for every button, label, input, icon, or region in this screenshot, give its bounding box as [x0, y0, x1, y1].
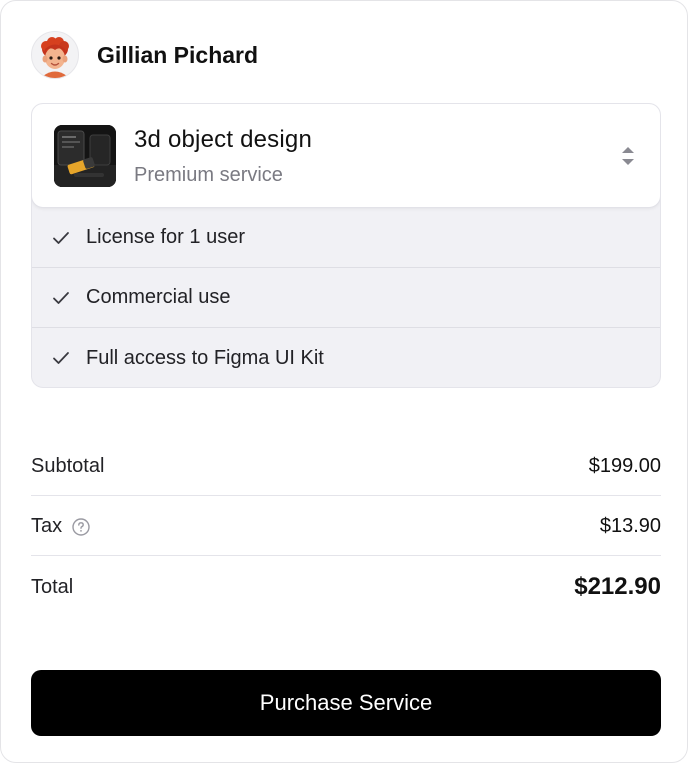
checkout-card: Gillian Pichard 3d object design Premium… [0, 0, 688, 763]
product-subtitle: Premium service [134, 164, 283, 186]
subtotal-label: Subtotal [31, 455, 105, 477]
check-icon [52, 290, 70, 306]
price-summary: Subtotal $199.00 Tax $13.90 Total $212.9… [31, 436, 661, 600]
product-title: 3d object design [134, 126, 312, 153]
help-circle-icon[interactable] [72, 517, 90, 536]
total-label: Total [31, 576, 74, 598]
feature-label: Commercial use [86, 286, 231, 308]
tax-label-group: Tax [31, 515, 90, 538]
user-header: Gillian Pichard [31, 31, 258, 79]
product-box: 3d object design Premium service License… [31, 103, 661, 388]
product-thumbnail [54, 125, 116, 187]
subtotal-value: $199.00 [588, 455, 661, 477]
feature-label: Full access to Figma UI Kit [86, 346, 324, 369]
memoji-avatar-icon [41, 37, 69, 78]
purchase-button[interactable]: Purchase Service [31, 670, 661, 736]
tax-value: $13.90 [599, 515, 661, 537]
product-selector[interactable]: 3d object design Premium service [32, 104, 660, 208]
check-icon [52, 230, 70, 246]
chevron-up-down-icon[interactable] [620, 144, 636, 168]
product-thumbnail-icon [54, 125, 116, 187]
user-name: Gillian Pichard [97, 41, 259, 68]
check-icon [52, 350, 70, 366]
tax-row: Tax $13.90 [31, 496, 661, 556]
feature-item: License for 1 user [32, 208, 660, 268]
subtotal-row: Subtotal $199.00 [31, 436, 661, 496]
feature-item: Commercial use [32, 268, 660, 328]
total-row: Total $212.90 [31, 556, 661, 622]
feature-list: License for 1 user Commercial use Full a… [32, 208, 660, 387]
feature-label: License for 1 user [86, 226, 245, 248]
total-value: $212.90 [574, 573, 661, 600]
avatar [31, 31, 79, 79]
feature-item: Full access to Figma UI Kit [32, 328, 660, 387]
tax-label: Tax [31, 515, 63, 537]
